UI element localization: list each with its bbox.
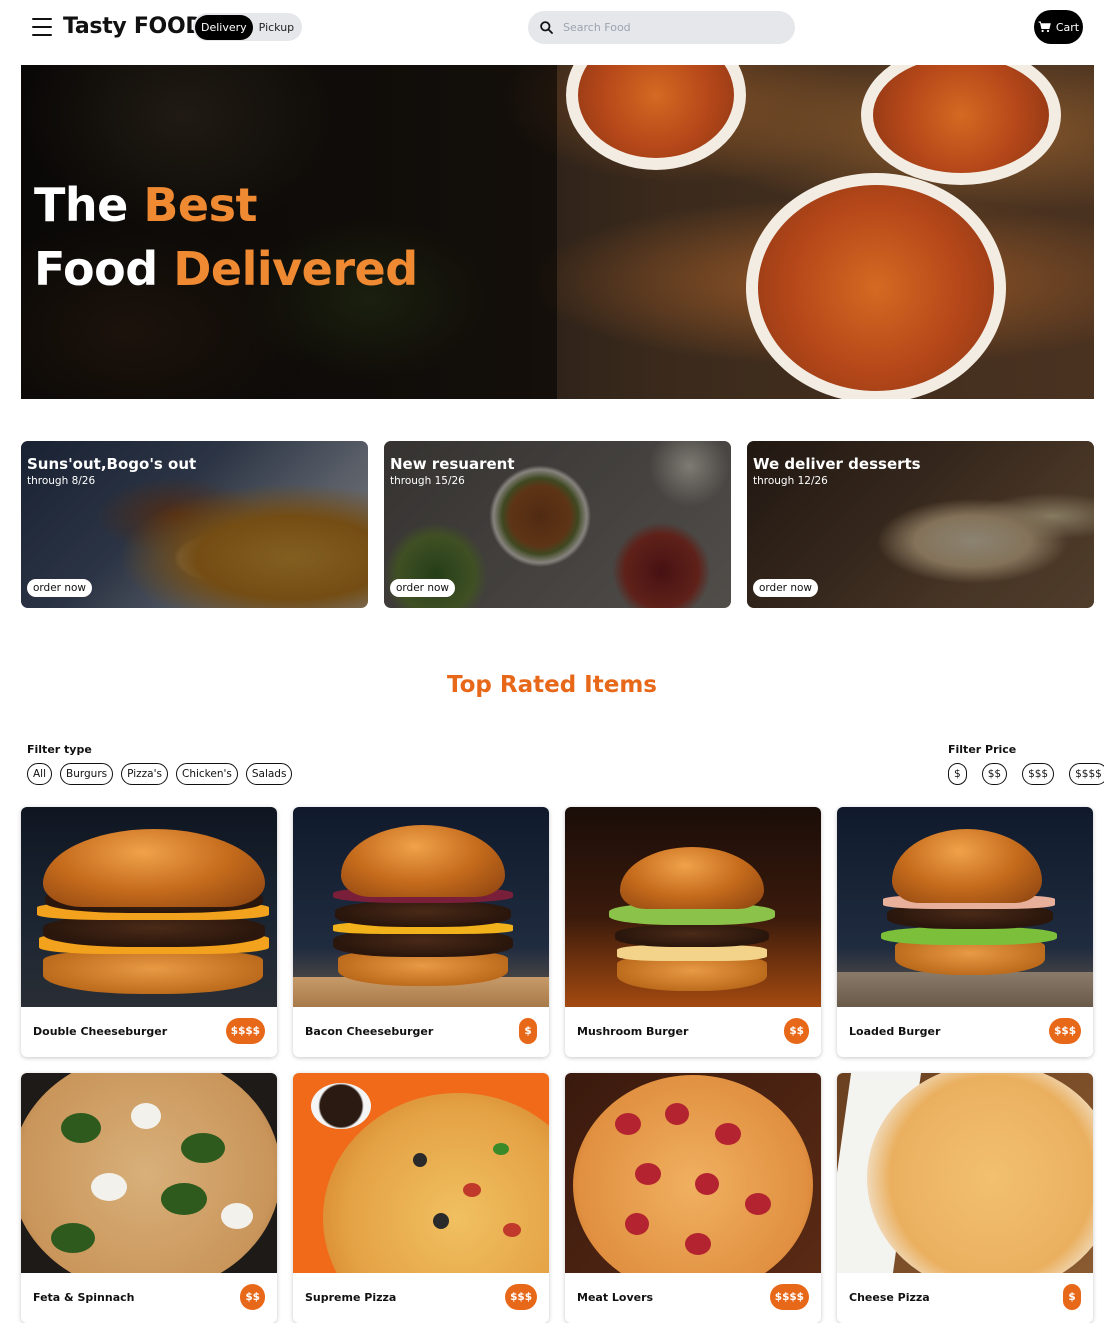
cart-button[interactable]: Cart — [1034, 10, 1083, 44]
price-badge: $$$$ — [769, 1284, 809, 1310]
promo-subtitle: through 15/26 — [390, 475, 465, 487]
promo-title: We deliver desserts — [753, 455, 921, 473]
filter-price-chips: $ $$ $$$ $$$$ — [948, 763, 1104, 785]
food-image — [565, 807, 821, 1007]
food-card[interactable]: Mushroom Burger $$ — [565, 807, 821, 1057]
filter-chip-pizzas[interactable]: Pizza's — [121, 763, 168, 785]
order-now-button[interactable]: order now — [27, 579, 93, 597]
food-image — [21, 1073, 277, 1273]
search-input[interactable] — [563, 21, 773, 34]
food-card[interactable]: Supreme Pizza $$$ — [293, 1073, 549, 1323]
filter-type-label: Filter type — [27, 743, 92, 756]
food-name: Mushroom Burger — [577, 1025, 689, 1038]
food-card[interactable]: Loaded Burger $$$ — [837, 807, 1093, 1057]
promo-card[interactable]: New resuarent through 15/26 order now — [384, 441, 731, 608]
price-chip-4[interactable]: $$$$ — [1069, 763, 1104, 785]
pickup-option[interactable]: Pickup — [253, 15, 300, 40]
filter-price-label: Filter Price — [948, 743, 1017, 756]
price-chip-1[interactable]: $ — [948, 763, 967, 785]
food-name: Bacon Cheeseburger — [305, 1025, 434, 1038]
hero-title-white: The — [34, 178, 128, 232]
cart-label: Cart — [1055, 20, 1080, 34]
food-name: Loaded Burger — [849, 1025, 941, 1038]
price-chip-2[interactable]: $$ — [981, 763, 1008, 785]
food-name: Cheese Pizza — [849, 1291, 930, 1304]
hero-bowl-image — [861, 65, 1061, 185]
price-badge: $ — [519, 1018, 537, 1044]
hero-bowl-image — [566, 65, 746, 170]
promo-subtitle: through 8/26 — [27, 475, 96, 487]
promo-title: New resuarent — [390, 455, 515, 473]
filter-chip-all[interactable]: All — [27, 763, 53, 785]
filter-chip-chickens[interactable]: Chicken's — [175, 763, 238, 785]
price-badge: $$ — [784, 1018, 809, 1044]
filter-chip-salads[interactable]: Salads — [245, 763, 293, 785]
hero-banner: The Best Food Delivered — [21, 65, 1094, 399]
food-name: Supreme Pizza — [305, 1291, 397, 1304]
hero-bowl-image — [746, 173, 1006, 399]
hero-title-accent: Delivered — [173, 242, 418, 296]
price-badge: $ — [1063, 1284, 1081, 1310]
food-image — [21, 807, 277, 1007]
section-title: Top Rated Items — [446, 672, 657, 698]
filter-chip-burgers[interactable]: Burgurs — [60, 763, 114, 785]
hero-title-accent: Best — [143, 178, 257, 232]
price-badge: $$ — [240, 1284, 265, 1310]
search-bar — [528, 11, 795, 44]
food-image — [565, 1073, 821, 1273]
promo-card[interactable]: We deliver desserts through 12/26 order … — [747, 441, 1094, 608]
delivery-pickup-toggle: Delivery Pickup — [193, 13, 303, 41]
promo-title: Suns'out,Bogo's out — [27, 455, 197, 473]
filter-type-chips: All Burgurs Pizza's Chicken's Salads — [27, 763, 293, 785]
food-image — [837, 1073, 1093, 1273]
cart-icon — [1038, 21, 1051, 33]
food-image — [837, 807, 1093, 1007]
food-image — [293, 807, 549, 1007]
food-name: Feta & Spinnach — [33, 1291, 135, 1304]
food-card[interactable]: Meat Lovers $$$$ — [565, 1073, 821, 1323]
price-badge: $$$ — [505, 1284, 537, 1310]
order-now-button[interactable]: order now — [390, 579, 456, 597]
price-badge: $$$$ — [225, 1018, 265, 1044]
navbar: Tasty FOODS Delivery Pickup Cart — [0, 0, 1104, 56]
order-now-button[interactable]: order now — [753, 579, 819, 597]
food-image — [293, 1073, 549, 1273]
price-chip-3[interactable]: $$$ — [1022, 763, 1055, 785]
delivery-option[interactable]: Delivery — [195, 14, 253, 40]
food-card[interactable]: Feta & Spinnach $$ — [21, 1073, 277, 1323]
food-card[interactable]: Bacon Cheeseburger $ — [293, 807, 549, 1057]
hamburger-menu-icon[interactable] — [32, 16, 52, 38]
hero-title: The Best Food Delivered — [34, 173, 418, 301]
food-name: Meat Lovers — [577, 1291, 654, 1304]
food-card[interactable]: Double Cheeseburger $$$$ — [21, 807, 277, 1057]
hero-title-white: Food — [34, 242, 158, 296]
promo-subtitle: through 12/26 — [753, 475, 828, 487]
promo-card[interactable]: Suns'out,Bogo's out through 8/26 order n… — [21, 441, 368, 608]
search-icon — [540, 21, 553, 34]
food-card[interactable]: Cheese Pizza $ — [837, 1073, 1093, 1323]
price-badge: $$$ — [1049, 1018, 1081, 1044]
food-name: Double Cheeseburger — [33, 1025, 168, 1038]
